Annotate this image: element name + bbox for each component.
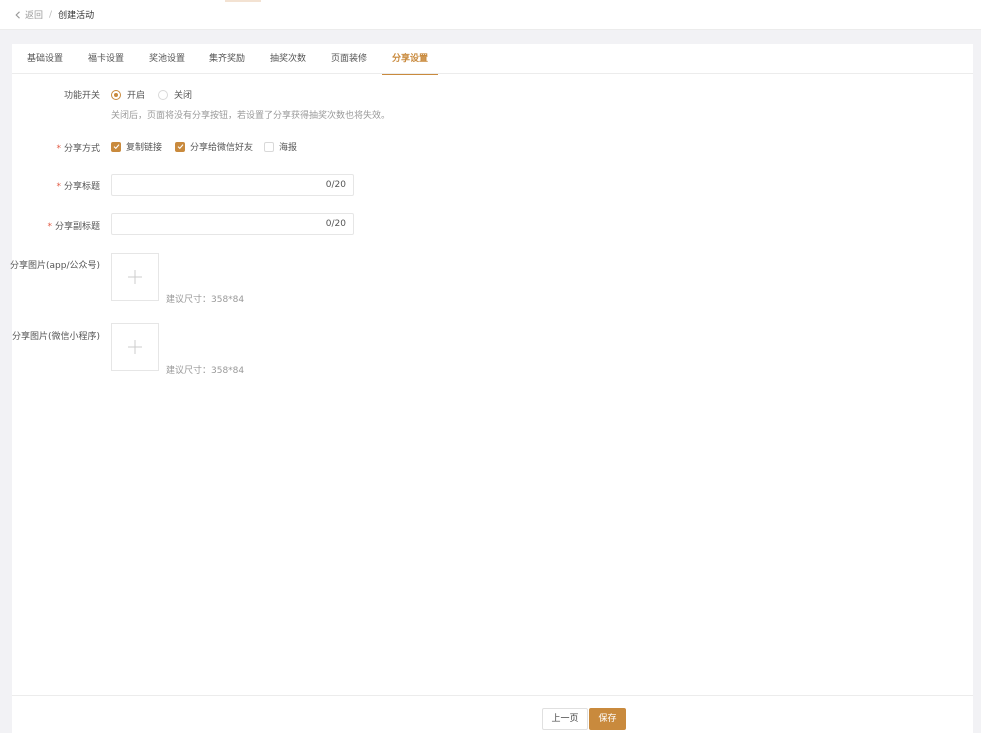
radio-off-label: 关闭 (174, 91, 193, 101)
checkbox-copy-link[interactable]: 复制链接 (111, 140, 162, 153)
share-title-counter: 0/20 (325, 180, 346, 190)
radio-on[interactable]: 开启 (111, 88, 145, 101)
share-image-app-hint: 建议尺寸：358*84 (166, 295, 245, 305)
plus-icon (128, 340, 142, 354)
tab-card[interactable]: 福卡设置 (88, 44, 124, 74)
back-link[interactable]: 返回 (14, 8, 43, 21)
radio-off-indicator (158, 89, 168, 100)
share-image-app-upload[interactable] (111, 253, 159, 301)
tab-share-settings[interactable]: 分享设置 (381, 44, 439, 75)
share-subtitle-input[interactable] (112, 214, 312, 234)
checkbox-poster-box (264, 141, 274, 152)
back-label: 返回 (25, 11, 44, 21)
tab-bar: 基础设置 福卡设置 奖池设置 集齐奖励 抽奖次数 页面装修 分享设置 (12, 44, 973, 75)
checkbox-wechat-friend[interactable]: 分享给微信好友 (175, 140, 253, 153)
check-icon (177, 144, 183, 150)
radio-on-label: 开启 (127, 91, 146, 101)
checkbox-poster-label: 海报 (279, 143, 298, 153)
share-image-mini-label: 分享图片(微信小程序) (11, 332, 100, 342)
switch-label: 功能开关 (63, 91, 100, 101)
check-icon (113, 144, 119, 150)
checkbox-copy-link-label: 复制链接 (126, 143, 163, 153)
footer-bar: 上一页 保存 (12, 695, 973, 733)
chevron-left-icon (15, 10, 20, 19)
tab-collect-reward[interactable]: 集齐奖励 (209, 44, 245, 74)
save-button[interactable]: 保存 (589, 708, 626, 730)
share-image-mini-upload[interactable] (111, 323, 159, 371)
tab-draw-times[interactable]: 抽奖次数 (270, 44, 306, 74)
tab-page-decor[interactable]: 页面装修 (331, 44, 367, 74)
top-bar: 返回 / 创建活动 (0, 0, 981, 30)
main-card: 基础设置 福卡设置 奖池设置 集齐奖励 抽奖次数 页面装修 分享设置 功能开关 … (10, 44, 973, 733)
share-image-mini-hint: 建议尺寸：358*84 (166, 366, 245, 376)
plus-icon (128, 270, 142, 284)
required-mark: * (47, 222, 52, 232)
required-mark: * (56, 182, 61, 192)
tab-prize-pool[interactable]: 奖池设置 (149, 44, 185, 74)
share-subtitle-label: * 分享副标题 (47, 222, 100, 232)
radio-on-indicator (111, 89, 121, 100)
share-subtitle-counter: 0/20 (325, 219, 346, 229)
checkbox-wechat-friend-label: 分享给微信好友 (190, 143, 254, 153)
checkbox-poster[interactable]: 海报 (264, 140, 297, 153)
radio-off[interactable]: 关闭 (158, 88, 192, 101)
required-mark: * (56, 144, 61, 154)
share-title-field[interactable]: 0/20 (111, 174, 354, 196)
switch-hint: 关闭后，页面将没有分享按钮，若设置了分享获得抽奖次数也将失效。 (111, 111, 391, 121)
breadcrumb-separator: / (49, 9, 53, 20)
share-title-label: * 分享标题 (56, 182, 100, 192)
top-accent-strip (225, 0, 261, 2)
share-title-input[interactable] (112, 175, 312, 195)
checkbox-copy-link-box (111, 141, 121, 152)
share-subtitle-field[interactable]: 0/20 (111, 213, 354, 235)
page-title: 创建活动 (58, 11, 95, 21)
tab-basic[interactable]: 基础设置 (27, 44, 63, 74)
checkbox-wechat-friend-box (175, 141, 185, 152)
prev-page-button[interactable]: 上一页 (542, 708, 588, 730)
share-image-app-label: 分享图片(app/公众号) (10, 261, 100, 271)
share-method-label: * 分享方式 (56, 144, 100, 154)
